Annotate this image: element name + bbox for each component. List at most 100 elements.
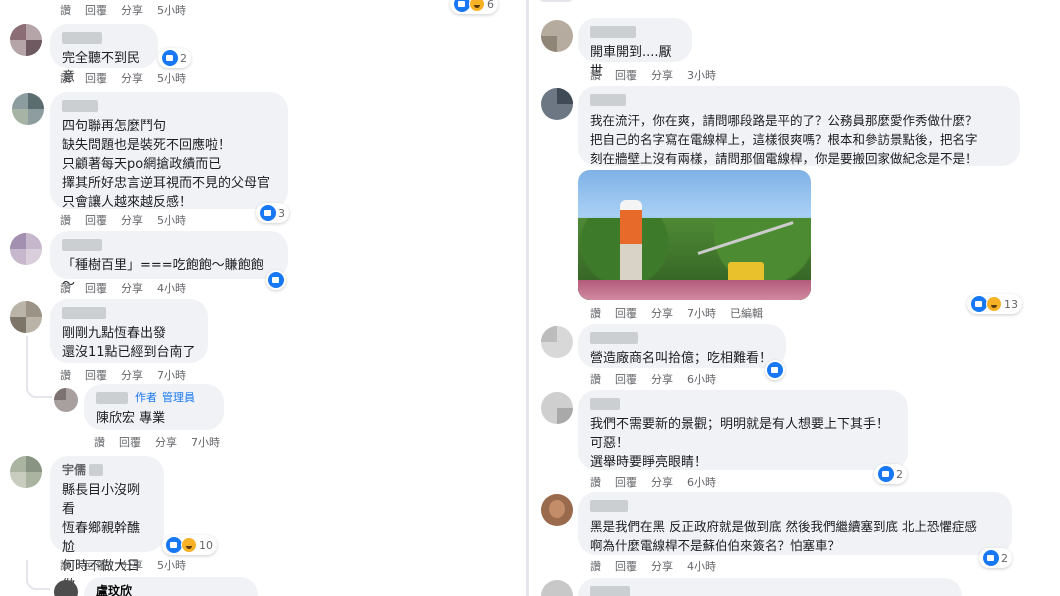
comment-time[interactable]: 4小時 (157, 280, 186, 296)
share-link[interactable]: 分享 (651, 558, 673, 574)
reply-link[interactable]: 回覆 (85, 557, 107, 573)
avatar[interactable] (541, 580, 573, 596)
like-link[interactable]: 讚 (60, 557, 71, 573)
comment-time[interactable]: 3小時 (687, 67, 716, 83)
commenter-name[interactable]: 盧玟欣 (96, 585, 246, 596)
reaction-summary[interactable] (266, 270, 286, 290)
commenter-name[interactable] (62, 100, 276, 112)
share-link[interactable]: 分享 (651, 305, 673, 321)
comment-time[interactable]: 7小時 (191, 434, 220, 450)
edited-label[interactable]: 已編輯 (730, 305, 763, 321)
reply-connector (26, 336, 52, 398)
reply-link[interactable]: 回覆 (615, 305, 637, 321)
avatar[interactable] (541, 20, 573, 52)
avatar[interactable] (541, 494, 573, 526)
commenter-name[interactable] (590, 332, 774, 344)
reply-link[interactable]: 回覆 (615, 67, 637, 83)
like-link[interactable]: 讚 (60, 2, 71, 18)
reply-link[interactable]: 回覆 (615, 371, 637, 387)
share-link[interactable]: 分享 (121, 70, 143, 86)
like-link[interactable]: 讚 (60, 70, 71, 86)
reaction-summary[interactable]: 10 (162, 535, 217, 555)
like-reaction-icon (454, 0, 470, 12)
like-reaction-icon (260, 205, 276, 221)
like-link[interactable]: 讚 (590, 371, 601, 387)
commenter-name[interactable] (590, 26, 680, 38)
commenter-name[interactable] (590, 94, 1008, 106)
left-comment-panel: 讚 回覆 分享 5小時 6 完全聽不到民意 2 讚 回覆 分享 5小時 四句聯再… (0, 0, 526, 596)
reaction-summary[interactable]: 3 (256, 203, 289, 223)
commenter-name[interactable] (590, 586, 950, 596)
avatar[interactable] (12, 93, 44, 125)
comment-time[interactable]: 7小時 (157, 367, 186, 383)
share-link[interactable]: 分享 (121, 212, 143, 228)
haha-reaction-icon (469, 0, 485, 12)
share-link[interactable]: 分享 (121, 2, 143, 18)
avatar[interactable] (10, 24, 42, 56)
commenter-name[interactable] (590, 398, 896, 410)
admin-badge: 管理員 (162, 391, 195, 404)
commenter-name[interactable]: 宇儒 (62, 464, 152, 476)
share-link[interactable]: 分享 (155, 434, 177, 450)
previous-item-edge (539, 0, 573, 2)
reply-link[interactable]: 回覆 (85, 212, 107, 228)
avatar[interactable] (10, 233, 42, 265)
comment-time[interactable]: 5小時 (157, 70, 186, 86)
comment-bubble: 我們不需要新的景觀；明明就是有人想要上下其手！ 可惡！ 選舉時要睜亮眼睛！ (578, 390, 908, 470)
reaction-summary[interactable] (765, 360, 785, 380)
avatar[interactable] (541, 88, 573, 120)
like-reaction-icon (767, 362, 783, 378)
like-link[interactable]: 讚 (590, 558, 601, 574)
author-badge: 作者 (135, 391, 157, 404)
reply-link[interactable]: 回覆 (85, 367, 107, 383)
avatar[interactable] (541, 392, 573, 424)
comment-time[interactable]: 5小時 (157, 2, 186, 18)
share-link[interactable]: 分享 (651, 67, 673, 83)
avatar[interactable] (10, 301, 42, 333)
reaction-count: 13 (1004, 297, 1018, 311)
like-link[interactable]: 讚 (60, 280, 71, 296)
commenter-name-text: 盧玟欣 (96, 584, 133, 596)
comment-bubble: 營造廠商名叫拾億；吃相難看！ (578, 324, 786, 368)
commenter-name[interactable] (590, 500, 1000, 512)
share-link[interactable]: 分享 (121, 557, 143, 573)
reply-link[interactable]: 回覆 (119, 434, 141, 450)
share-link[interactable]: 分享 (651, 371, 673, 387)
commenter-name[interactable] (62, 32, 146, 44)
photo-crane-truck (728, 262, 764, 282)
share-link[interactable]: 分享 (121, 280, 143, 296)
reply-link[interactable]: 回覆 (615, 474, 637, 490)
share-link[interactable]: 分享 (651, 474, 673, 490)
comment-attached-photo[interactable] (578, 170, 811, 300)
like-link[interactable]: 讚 (590, 474, 601, 490)
reaction-summary[interactable]: 2 (874, 464, 907, 484)
reply-link[interactable]: 回覆 (85, 2, 107, 18)
commenter-name[interactable]: 作者 管理員 (96, 392, 212, 404)
comment-time[interactable]: 4小時 (687, 558, 716, 574)
avatar[interactable] (10, 456, 42, 488)
share-link[interactable]: 分享 (121, 367, 143, 383)
avatar[interactable] (54, 388, 78, 412)
reaction-summary[interactable]: 6 (450, 0, 498, 14)
reaction-summary[interactable]: 2 (979, 548, 1012, 568)
reaction-summary[interactable]: 13 (967, 294, 1022, 314)
comment-time[interactable]: 5小時 (157, 212, 186, 228)
like-link[interactable]: 讚 (94, 434, 105, 450)
like-link[interactable]: 讚 (60, 367, 71, 383)
like-link[interactable]: 讚 (60, 212, 71, 228)
comment-time[interactable]: 5小時 (157, 557, 186, 573)
commenter-name[interactable] (62, 307, 196, 319)
comment-time[interactable]: 7小時 (687, 305, 716, 321)
reaction-summary[interactable]: 2 (158, 48, 191, 68)
comment-time[interactable]: 6小時 (687, 474, 716, 490)
reply-link[interactable]: 回覆 (85, 280, 107, 296)
like-reaction-icon (166, 537, 182, 553)
like-link[interactable]: 讚 (590, 67, 601, 83)
avatar[interactable] (541, 326, 573, 358)
comment-actions: 讚 回覆 分享 7小時 已編輯 (590, 305, 763, 321)
comment-time[interactable]: 6小時 (687, 371, 716, 387)
reply-link[interactable]: 回覆 (85, 70, 107, 86)
like-link[interactable]: 讚 (590, 305, 601, 321)
reply-link[interactable]: 回覆 (615, 558, 637, 574)
commenter-name[interactable] (62, 239, 276, 251)
